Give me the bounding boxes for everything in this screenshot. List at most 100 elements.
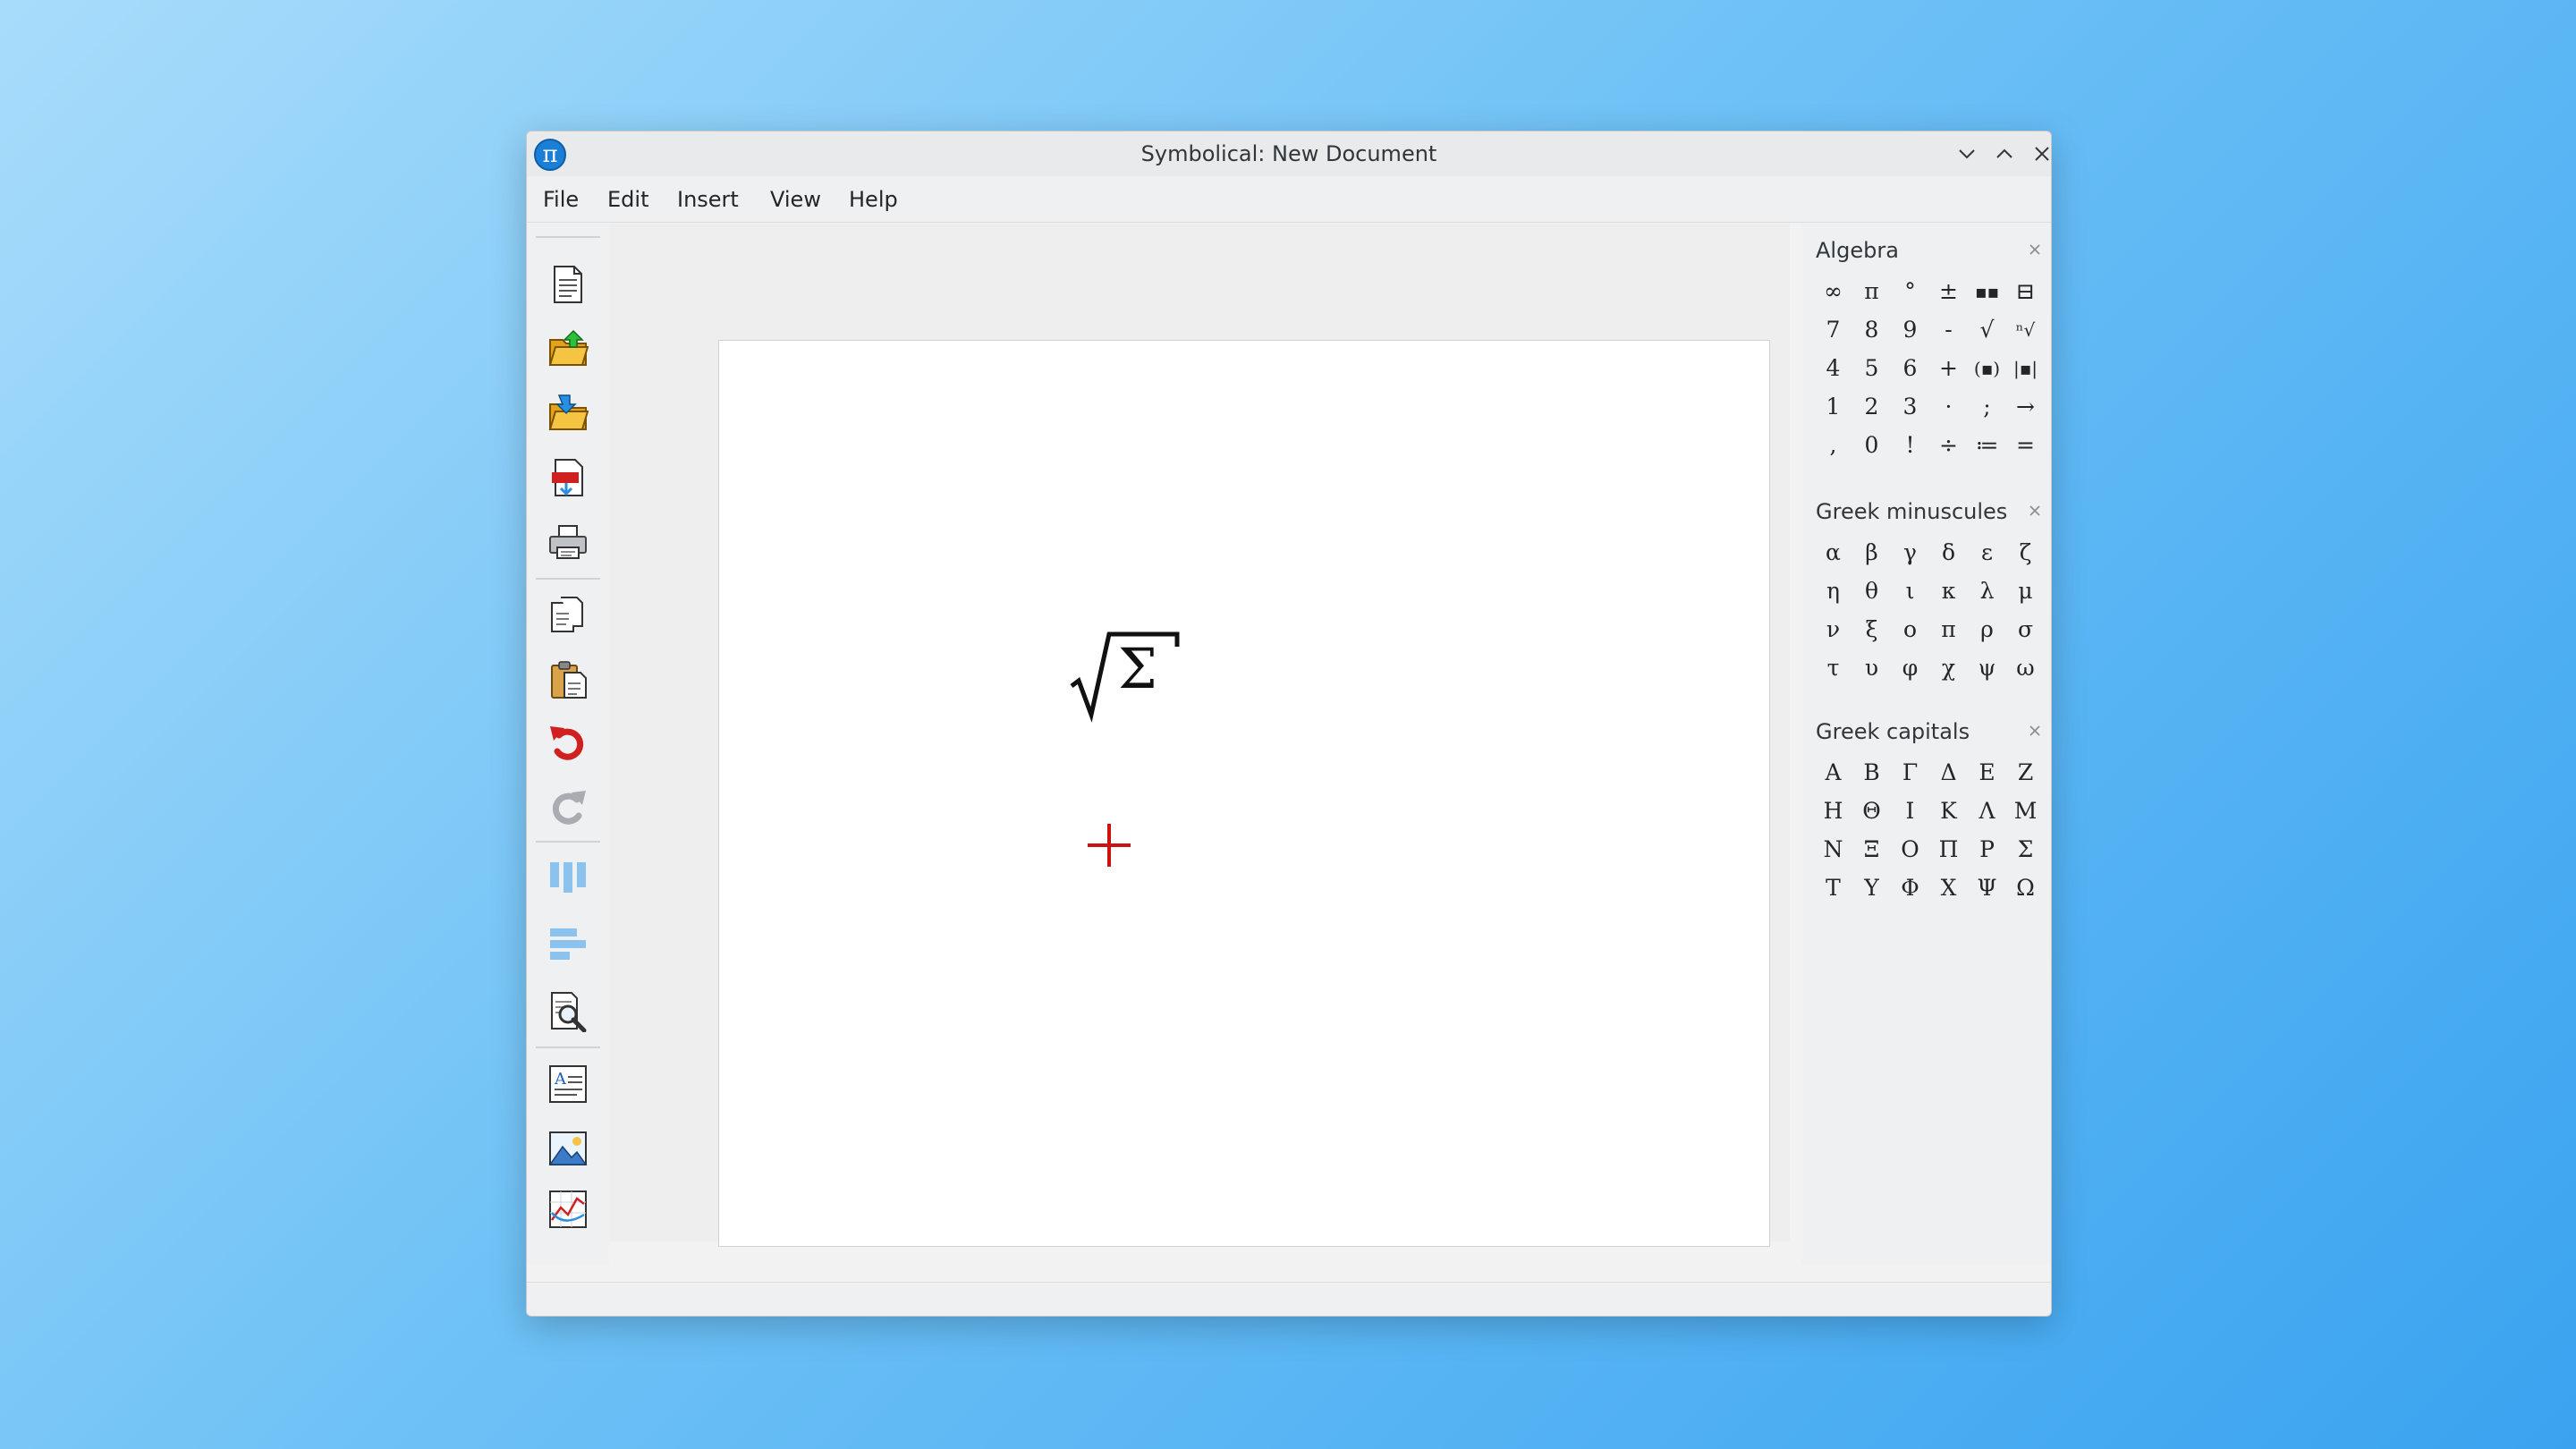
symbol-button[interactable]: Κ	[1929, 792, 1968, 830]
symbol-button[interactable]: 2	[1852, 387, 1891, 426]
symbol-button[interactable]: Ο	[1891, 830, 1929, 869]
symbol-button[interactable]: 5	[1852, 349, 1891, 387]
symbol-button[interactable]: ·	[1929, 387, 1968, 426]
insert-image-button[interactable]	[547, 1127, 589, 1170]
symbol-button[interactable]: 9	[1891, 310, 1929, 349]
symbol-button[interactable]: |▪|	[2006, 349, 2045, 387]
symbol-button[interactable]: ζ	[2006, 533, 2045, 572]
symbol-button[interactable]: ;	[1968, 387, 2006, 426]
symbol-button[interactable]: →	[2006, 387, 2045, 426]
symbol-button[interactable]: λ	[1968, 572, 2006, 610]
symbol-button[interactable]: √	[1968, 310, 2006, 349]
symbol-button[interactable]: (▪)	[1968, 349, 2006, 387]
insert-text-button[interactable]: A	[547, 1063, 589, 1106]
close-algebra-panel-button[interactable]	[2023, 238, 2046, 261]
symbol-button[interactable]: υ	[1852, 648, 1891, 687]
symbol-button[interactable]: 3	[1891, 387, 1929, 426]
symbol-button[interactable]: Χ	[1929, 869, 1968, 907]
symbol-button[interactable]: Η	[1814, 792, 1852, 830]
symbol-button[interactable]: θ	[1852, 572, 1891, 610]
symbol-button[interactable]: -	[1929, 310, 1968, 349]
formula-sqrt-sigma[interactable]: Σ	[1068, 627, 1184, 725]
symbol-button[interactable]: 7	[1814, 310, 1852, 349]
symbol-button[interactable]: Α	[1814, 753, 1852, 792]
symbol-button[interactable]: !	[1891, 426, 1929, 464]
align-button[interactable]	[547, 923, 589, 966]
symbol-button[interactable]: Υ	[1852, 869, 1891, 907]
close-button[interactable]	[2028, 140, 2051, 168]
symbol-button[interactable]: Δ	[1929, 753, 1968, 792]
symbol-button[interactable]: Λ	[1968, 792, 2006, 830]
title-bar[interactable]: π Symbolical: New Document	[527, 131, 2051, 176]
export-pdf-button[interactable]	[547, 456, 589, 499]
undo-button[interactable]	[547, 721, 589, 764]
insert-plot-button[interactable]	[547, 1188, 589, 1231]
document-canvas[interactable]: Σ	[609, 224, 1866, 1247]
symbol-button[interactable]: Τ	[1814, 869, 1852, 907]
symbol-button[interactable]: ≔	[1968, 426, 2006, 464]
menu-file[interactable]: File	[543, 176, 579, 223]
symbol-button[interactable]: ⊟	[2006, 272, 2045, 310]
symbol-button[interactable]: Β	[1852, 753, 1891, 792]
symbol-button[interactable]: ψ	[1968, 648, 2006, 687]
symbol-button[interactable]: ε	[1968, 533, 2006, 572]
symbol-button[interactable]: ο	[1891, 610, 1929, 648]
symbol-button[interactable]: ▪▪	[1968, 272, 2006, 310]
symbol-button[interactable]: 6	[1891, 349, 1929, 387]
close-greek-capitals-panel-button[interactable]	[2023, 719, 2046, 742]
symbol-button[interactable]: 0	[1852, 426, 1891, 464]
symbol-button[interactable]: Π	[1929, 830, 1968, 869]
document-page[interactable]: Σ	[718, 340, 1770, 1247]
symbol-button[interactable]: Ε	[1968, 753, 2006, 792]
symbol-button[interactable]: Ψ	[1968, 869, 2006, 907]
symbol-button[interactable]: ρ	[1968, 610, 2006, 648]
symbol-button[interactable]: φ	[1891, 648, 1929, 687]
symbol-button[interactable]: ∞	[1814, 272, 1852, 310]
symbol-button[interactable]: 1	[1814, 387, 1852, 426]
symbol-button[interactable]: Γ	[1891, 753, 1929, 792]
symbol-button[interactable]: Ρ	[1968, 830, 2006, 869]
symbol-button[interactable]: η	[1814, 572, 1852, 610]
search-button[interactable]	[547, 989, 589, 1033]
symbol-button[interactable]: ν	[1814, 610, 1852, 648]
symbol-button[interactable]: α	[1814, 533, 1852, 572]
symbol-button[interactable]: ξ	[1852, 610, 1891, 648]
symbol-button[interactable]: Ζ	[2006, 753, 2045, 792]
menu-insert[interactable]: Insert	[677, 176, 739, 223]
symbol-button[interactable]: Σ	[2006, 830, 2045, 869]
symbol-button[interactable]: Μ	[2006, 792, 2045, 830]
symbol-button[interactable]: 8	[1852, 310, 1891, 349]
symbol-button[interactable]: Ι	[1891, 792, 1929, 830]
paste-button[interactable]	[547, 658, 589, 701]
open-file-button[interactable]	[547, 327, 589, 370]
symbol-button[interactable]: ι	[1891, 572, 1929, 610]
close-greek-minuscules-panel-button[interactable]	[2023, 499, 2046, 522]
symbol-button[interactable]: ±	[1929, 272, 1968, 310]
symbol-button[interactable]: +	[1929, 349, 1968, 387]
redo-button[interactable]	[547, 785, 589, 828]
symbol-button[interactable]: ω	[2006, 648, 2045, 687]
symbol-button[interactable]: Φ	[1891, 869, 1929, 907]
symbol-button[interactable]: =	[2006, 426, 2045, 464]
symbol-button[interactable]: Θ	[1852, 792, 1891, 830]
menu-edit[interactable]: Edit	[607, 176, 648, 223]
symbol-button[interactable]: χ	[1929, 648, 1968, 687]
symbol-button[interactable]: 4	[1814, 349, 1852, 387]
symbol-button[interactable]: β	[1852, 533, 1891, 572]
symbol-button[interactable]: κ	[1929, 572, 1968, 610]
maximize-button[interactable]	[1990, 140, 2019, 168]
symbol-button[interactable]: ⁿ√	[2006, 310, 2045, 349]
symbol-button[interactable]: ÷	[1929, 426, 1968, 464]
columns-button[interactable]	[547, 855, 589, 898]
print-button[interactable]	[547, 521, 589, 564]
symbol-button[interactable]: μ	[2006, 572, 2045, 610]
menu-view[interactable]: View	[770, 176, 821, 223]
symbol-button[interactable]: τ	[1814, 648, 1852, 687]
minimize-button[interactable]	[1953, 140, 1981, 168]
symbol-button[interactable]: π	[1929, 610, 1968, 648]
symbol-button[interactable]: Ξ	[1852, 830, 1891, 869]
symbol-button[interactable]: °	[1891, 272, 1929, 310]
open-recent-button[interactable]	[547, 392, 589, 435]
symbol-button[interactable]: Ν	[1814, 830, 1852, 869]
symbol-button[interactable]: π	[1852, 272, 1891, 310]
